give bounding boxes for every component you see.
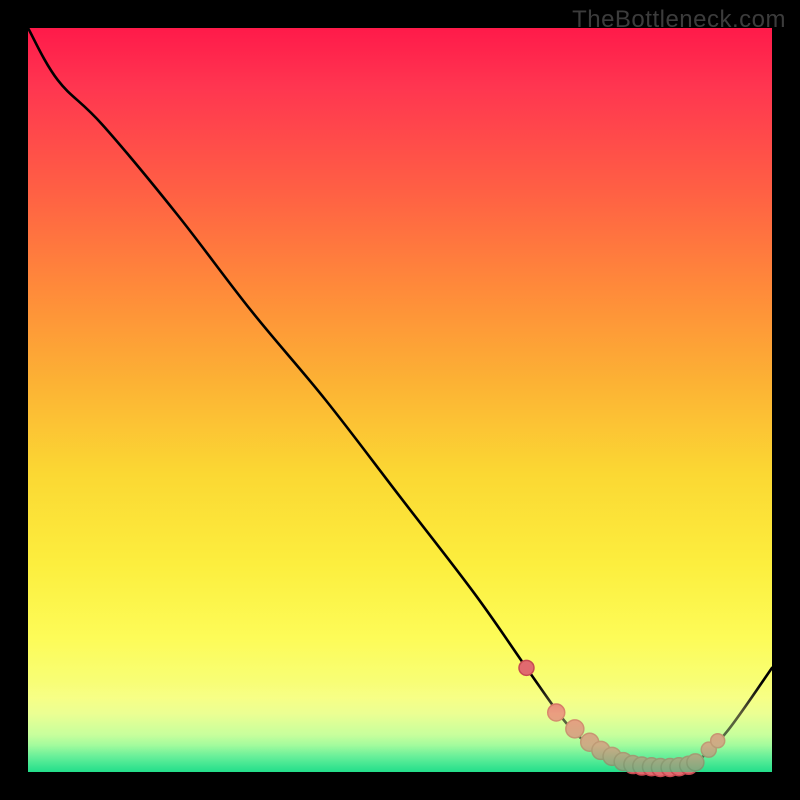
bottleneck-curve <box>28 28 772 768</box>
chart-svg <box>28 28 772 772</box>
hotspot-marker <box>548 704 565 721</box>
hotspot-marker <box>687 754 704 771</box>
hotspot-marker <box>711 734 725 748</box>
hotspot-marker <box>566 720 584 738</box>
hotspot-marker <box>519 660 534 675</box>
watermark-text: TheBottleneck.com <box>572 6 786 34</box>
chart-plot-area <box>28 28 772 772</box>
hotspot-markers <box>519 660 725 776</box>
